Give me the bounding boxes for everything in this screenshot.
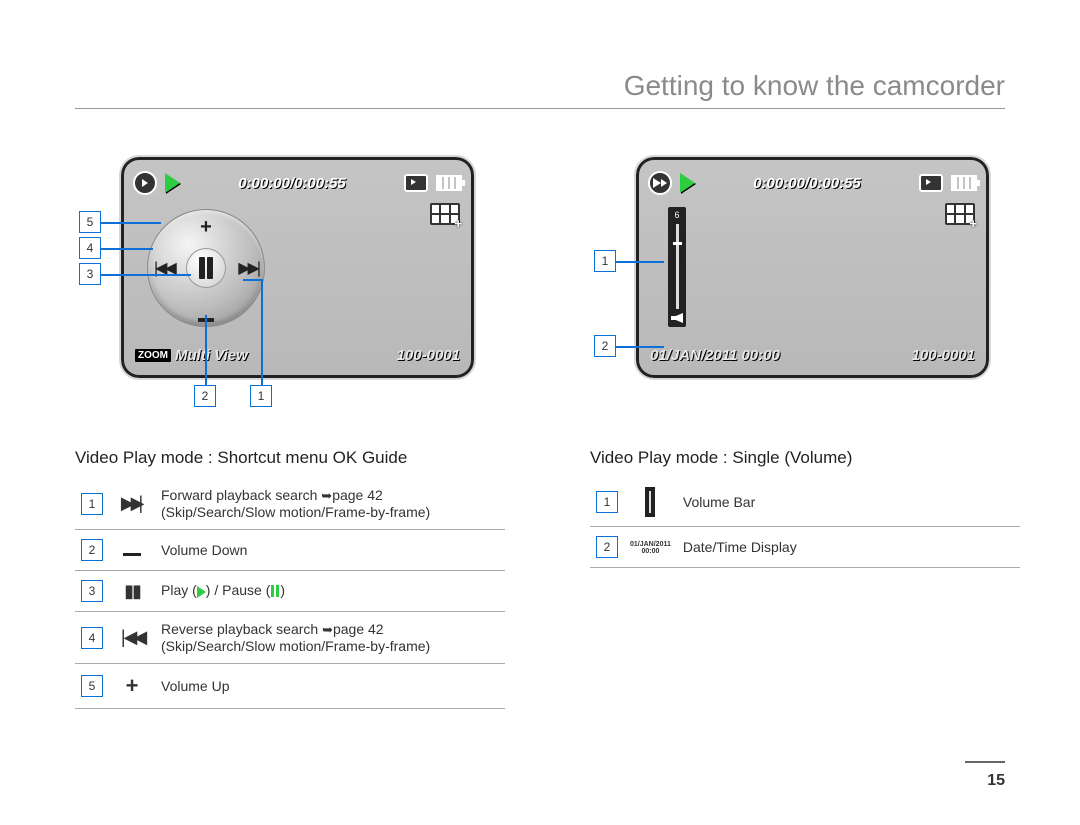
callout-line [101,222,161,224]
table-row: 4Reverse playback search ➥page 42(Skip/S… [75,612,505,664]
mode-icon [133,171,157,195]
table-row: 2Volume Down [75,530,505,571]
page-number-rule [965,761,1005,763]
volume-bar: 6 [668,207,686,327]
callout-line [616,261,664,263]
dpad-control[interactable]: + |◀◀ ▶▶| [147,209,265,327]
table-row: 201/JAN/2011 00:00Date/Time Display [590,527,1020,568]
table-row: 1Volume Bar [590,478,1020,527]
speaker-icon [671,313,683,323]
table-row: 3Play () / Pause () [75,571,505,612]
file-number: 100-0001 [912,347,975,364]
multiview-grid-icon [945,203,975,225]
left-legend-table: 1Forward playback search ➥page 42(Skip/S… [75,478,505,709]
file-number: 100-0001 [397,347,460,364]
forward-search-icon [121,493,143,513]
callout-line [205,315,207,385]
callout-4: 4 [79,237,101,259]
callout-line [261,279,263,385]
playback-time: 0:00:00/0:00:55 [188,175,396,192]
mode-icon [648,171,672,195]
table-row: 5+Volume Up [75,664,505,709]
callout-line [616,346,664,348]
callout-line [101,274,191,276]
lcd-screen-right: 0:00:00/0:00:55 6 01/JAN/2011 00:00 100-… [634,155,991,380]
callout-line [101,248,153,250]
card-icon [404,174,428,192]
callout-5: 5 [79,211,101,233]
datetime-display: 01/JAN/2011 00:00 [650,347,780,364]
card-icon [919,174,943,192]
page-number: 15 [987,772,1005,790]
play-icon [680,173,695,193]
minus-icon [123,553,141,556]
right-column: 0:00:00/0:00:55 6 01/JAN/2011 00:00 100-… [590,155,1060,568]
battery-icon [951,175,977,191]
plus-icon: + [126,673,139,698]
table-row: 1Forward playback search ➥page 42(Skip/S… [75,478,505,530]
skip-fwd-icon: ▶▶| [238,258,258,278]
right-legend-table: 1Volume Bar 201/JAN/2011 00:00Date/Time … [590,478,1020,568]
title-rule [75,108,1005,109]
zoom-multiview-label: ZOOMMulti View [135,347,248,364]
volume-bar-icon [645,487,655,517]
pause-icon [186,248,226,288]
play-icon [165,173,180,193]
left-section-title: Video Play mode : Shortcut menu OK Guide [75,448,545,468]
volume-up-icon: + [200,216,212,239]
pause-symbol-icon [124,581,140,601]
callout-2: 2 [594,335,616,357]
page-title: Getting to know the camcorder [624,70,1005,102]
datetime-icon: 01/JAN/2011 00:00 [630,541,671,555]
right-section-title: Video Play mode : Single (Volume) [590,448,1060,468]
lcd-screen-left: 0:00:00/0:00:55 + |◀◀ ▶▶| ZOOMMulti View… [119,155,476,380]
callout-2: 2 [194,385,216,407]
callout-1: 1 [250,385,272,407]
multiview-grid-icon [430,203,460,225]
playback-time: 0:00:00/0:00:55 [703,175,911,192]
callout-line [243,279,261,281]
callout-1: 1 [594,250,616,272]
reverse-search-icon [121,627,143,647]
callout-3: 3 [79,263,101,285]
left-column: 0:00:00/0:00:55 + |◀◀ ▶▶| ZOOMMulti View… [75,155,545,709]
battery-icon [436,175,462,191]
